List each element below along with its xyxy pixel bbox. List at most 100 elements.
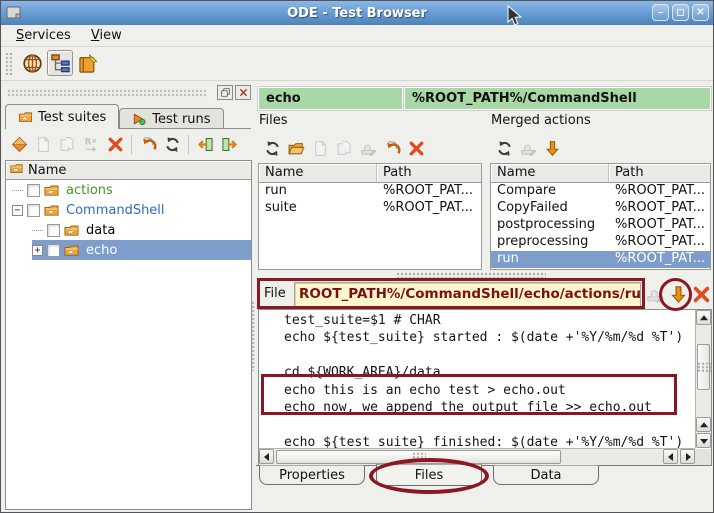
xmark-icon (692, 285, 711, 304)
new-file-button[interactable] (32, 134, 54, 156)
bottom-tab-properties[interactable]: Properties (259, 465, 365, 485)
page-icon (35, 136, 52, 153)
folder-icon (18, 110, 33, 124)
dock-header[interactable] (5, 85, 251, 101)
table-row-postprocessing[interactable]: postprocessing%ROOT_PAT... (491, 217, 710, 234)
file-content-editor[interactable]: test_suite=$1 # CHARecho ${test_suite} s… (258, 309, 712, 466)
file-path-input[interactable]: ROOT_PATH%/CommandShell/echo/actions/run (294, 282, 641, 307)
dock-drag-area[interactable] (7, 89, 207, 98)
scrollbar-corner (695, 449, 711, 465)
undo-button[interactable] (137, 134, 159, 156)
new-file-button[interactable] (309, 137, 331, 159)
menu-services[interactable]: Services (7, 26, 80, 45)
maximize-button[interactable]: ◻ (672, 4, 689, 21)
folder-icon (9, 162, 24, 179)
tree-branch-line (12, 190, 23, 191)
open-folder-button[interactable] (285, 137, 307, 159)
checkbox[interactable] (27, 184, 40, 197)
table-row-CopyFailed[interactable]: CopyFailed%ROOT_PAT... (491, 200, 710, 217)
rename-icon: R (83, 136, 100, 153)
code-area[interactable]: test_suite=$1 # CHARecho ${test_suite} s… (259, 310, 695, 448)
save-icon (360, 140, 377, 157)
export-button[interactable] (218, 134, 240, 156)
undo-button[interactable] (381, 137, 403, 159)
import-button[interactable] (194, 134, 216, 156)
dock-float-button[interactable] (217, 85, 233, 100)
scroll-up-button[interactable] (696, 310, 711, 325)
column-header-name[interactable]: Name (491, 164, 609, 183)
import-icon (197, 136, 214, 153)
left-dock: Test suitesTest runs R Name actions−Comm… (3, 83, 253, 512)
scroll-down-button[interactable] (696, 433, 711, 448)
scroll-left-button[interactable] (259, 449, 274, 464)
minimize-button[interactable]: – (652, 4, 669, 21)
tab-test-runs[interactable]: Test runs (119, 108, 223, 129)
refresh-button[interactable] (493, 137, 515, 159)
tree-item-actions[interactable]: actions (6, 180, 251, 200)
tree-header-name[interactable]: Name (6, 161, 251, 180)
table-row-preprocessing[interactable]: preprocessing%ROOT_PAT... (491, 234, 710, 251)
close-file-button[interactable] (690, 282, 713, 306)
cell-name: CopyFailed (491, 200, 609, 217)
vertical-scrollbar[interactable] (695, 310, 711, 448)
toolbar-separator (131, 135, 132, 155)
delete-button[interactable] (104, 134, 126, 156)
tree-item-echo[interactable]: + echo (6, 240, 251, 260)
refresh-button[interactable] (261, 137, 283, 159)
bottom-tab-data[interactable]: Data (493, 465, 599, 485)
close-button[interactable]: ✕ (692, 4, 709, 21)
save-button[interactable] (357, 137, 379, 159)
xmark-icon (107, 136, 124, 153)
tab-test-suites[interactable]: Test suites (5, 104, 119, 129)
tree-item-CommandShell[interactable]: −CommandShell (6, 200, 251, 220)
scroll-right-button[interactable] (680, 449, 695, 464)
test-notebook-button[interactable] (75, 50, 101, 76)
table-row-Compare[interactable]: Compare%ROOT_PAT... (491, 183, 710, 200)
column-header-path[interactable]: Path (377, 164, 481, 183)
float-icon (220, 87, 231, 98)
download-file-button[interactable] (667, 282, 690, 306)
bottom-tabbar: Properties Files Data (259, 465, 599, 486)
titlebar[interactable]: ODE - Test Browser –◻✕ (1, 1, 713, 25)
checkbox[interactable] (47, 224, 60, 237)
download-button[interactable] (541, 137, 563, 159)
merged-actions-label: Merged actions (491, 113, 591, 128)
arrowdown-icon (544, 140, 561, 157)
refresh-button[interactable] (161, 134, 183, 156)
bottom-tab-files[interactable]: Files (376, 464, 482, 486)
horizontal-scrollbar[interactable] (259, 448, 695, 465)
vscroll-thumb[interactable] (697, 344, 710, 390)
rename-button[interactable]: R (80, 134, 102, 156)
scroll-up-button-2[interactable] (696, 417, 711, 432)
hscroll-thumb[interactable] (276, 450, 561, 464)
left-tabbar: Test suitesTest runs (5, 103, 251, 129)
scroll-left-button-2[interactable] (663, 449, 678, 464)
globe-icon (22, 53, 43, 74)
table-row-suite[interactable]: suite%ROOT_PAT... (259, 200, 481, 217)
copy-button[interactable] (333, 137, 355, 159)
table-row-run[interactable]: run%ROOT_PAT... (491, 251, 710, 268)
tree-view-button[interactable] (47, 50, 73, 76)
tree-branch-line (32, 230, 43, 231)
dock-close-button[interactable] (235, 85, 251, 100)
horizontal-splitter[interactable] (396, 272, 546, 278)
tree-item-label: echo (81, 243, 122, 258)
delete-button[interactable] (405, 137, 427, 159)
expander-minus-icon[interactable]: − (12, 205, 23, 216)
toolbar-drag-handle[interactable] (5, 52, 12, 76)
column-header-path[interactable]: Path (609, 164, 710, 183)
new-suite-button[interactable] (8, 134, 30, 156)
column-header-name[interactable]: Name (259, 164, 377, 183)
expander-plus-icon[interactable]: + (32, 245, 43, 256)
menu-view[interactable]: View (82, 26, 131, 45)
checkbox[interactable] (27, 204, 40, 217)
copy-button[interactable] (56, 134, 78, 156)
diamond-icon (11, 136, 28, 153)
save-button[interactable] (517, 137, 539, 159)
vertical-splitter[interactable] (251, 301, 256, 371)
save-file-button[interactable] (644, 282, 667, 306)
table-row-run[interactable]: run%ROOT_PAT... (259, 183, 481, 200)
tree-item-data[interactable]: data (6, 220, 251, 240)
services-catalog-button[interactable] (19, 50, 45, 76)
checkbox[interactable] (47, 244, 60, 257)
